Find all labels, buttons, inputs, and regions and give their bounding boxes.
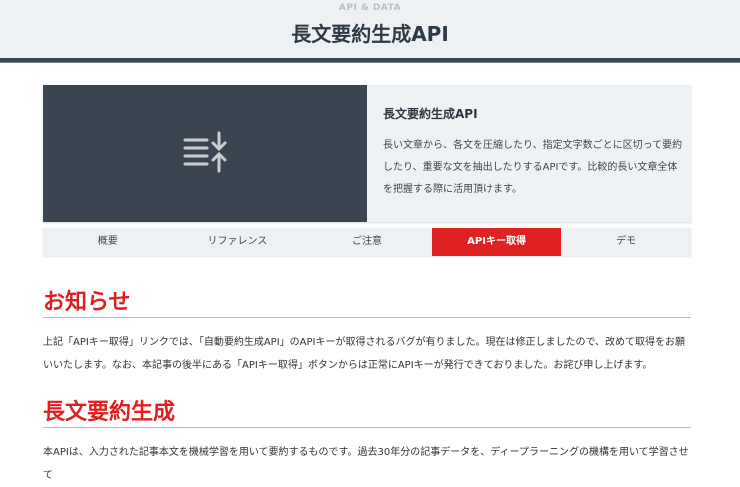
summary-heading: 長文要約生成 [43, 400, 176, 425]
summarize-icon [183, 131, 227, 173]
summary-rule [43, 427, 691, 428]
tab-demo[interactable]: デモ [561, 228, 691, 256]
tab-notes[interactable]: ご注意 [302, 228, 432, 256]
page-title: 長文要約生成API [291, 22, 449, 46]
tab-reference[interactable]: リファレンス [173, 228, 303, 256]
notice-heading: お知らせ [43, 290, 131, 315]
summary-text: 本APIは、入力された記事本文を機械学習を用いて要約するものです。過去30年分の… [43, 447, 689, 481]
api-card: 長文要約生成API 長い文章から、各文を圧縮したり、指定文字数ごとに区切って要約… [43, 85, 691, 222]
api-image [43, 85, 367, 222]
api-card-description: 長い文章から、各文を圧縮したり、指定文字数ごとに区切って要約したり、重要な文を抽… [383, 140, 683, 195]
api-card-title: 長文要約生成API [383, 107, 478, 121]
tab-bar: 概要 リファレンス ご注意 APIキー取得 デモ [43, 228, 691, 256]
notice-text: 上記「APIキー取得」リンクでは、「自動要約生成API」のAPIキーが取得される… [43, 337, 686, 371]
category-label: API & DATA [338, 3, 402, 13]
page-header: API & DATA 長文要約生成API [0, 0, 740, 58]
tab-api-key[interactable]: APIキー取得 [431, 228, 562, 256]
header-divider [0, 58, 740, 63]
notice-rule [43, 317, 691, 318]
tab-overview[interactable]: 概要 [43, 228, 173, 256]
